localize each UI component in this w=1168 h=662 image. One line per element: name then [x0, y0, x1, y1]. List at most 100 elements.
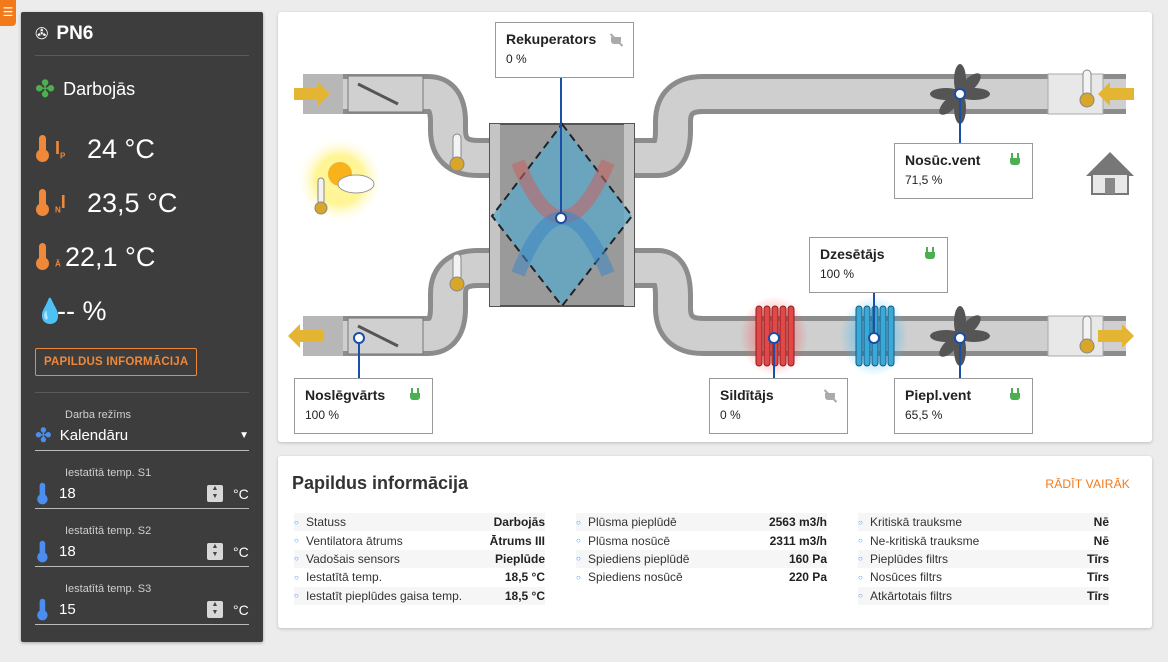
- humidity-row: 💧 -- %: [35, 284, 249, 338]
- setpoint-s2-field[interactable]: 18 ▲ ▼ °C: [35, 537, 249, 567]
- info-row: ○ Ne-kritiskā trauksme Nē: [858, 533, 1109, 548]
- device-name: PN6: [56, 22, 94, 44]
- status-row: ✤ Darbojās: [35, 56, 249, 122]
- thermometer-icon: [35, 189, 49, 217]
- info-row: ○ Statuss Darbojās: [294, 513, 545, 532]
- setpoint-stepper[interactable]: ▲ ▼: [207, 601, 223, 618]
- bullet-icon: ○: [294, 591, 299, 601]
- outdoor-temp-indicator: Ā: [55, 259, 61, 269]
- plug-on-icon: [408, 388, 422, 404]
- setpoint-s1-label: Iestatītā temp. S1: [65, 467, 152, 479]
- thermometer-icon: [35, 135, 49, 163]
- info-row: ○ Spiediens nosūcē 220 Pa: [576, 570, 827, 585]
- setpoint-stepper[interactable]: ▲ ▼: [207, 485, 223, 502]
- cooler-panel[interactable]: Dzesētājs 100 %: [809, 237, 948, 293]
- device-fan-icon: ✇: [35, 25, 49, 43]
- info-row: ○ Vadošais sensors Pieplūde: [294, 549, 545, 569]
- setpoint-unit: °C: [233, 543, 249, 560]
- heater-name: Sildītājs: [720, 387, 774, 403]
- damper-panel[interactable]: Noslēgvārts 100 %: [294, 378, 433, 434]
- bullet-icon: ○: [858, 591, 863, 601]
- info-column-2: ○ Plūsma pieplūdē 2563 m3/h ○ Plūsma nosūcē…: [576, 513, 827, 587]
- mode-select[interactable]: ✤ Kalendāru ▼: [35, 421, 249, 451]
- info-column-1: ○ Statuss Darbojās ○ Ventilatora ātrums Ātru…: [294, 513, 545, 605]
- damper-name: Noslēgvārts: [305, 387, 386, 403]
- setpoint-unit: °C: [233, 485, 249, 502]
- exhaust-temp-value: 23,5 °C: [87, 187, 178, 218]
- damper-value: 100 %: [305, 408, 340, 422]
- info-row: ○ Iestatīt pieplūdes gaisa temp. 18,5 °C: [294, 586, 545, 605]
- setpoint-s3-input[interactable]: 15: [59, 601, 197, 618]
- info-row: ○ Spiediens pieplūdē 160 Pa: [576, 549, 827, 569]
- exhaust-temp-indicator: NI: [55, 191, 66, 215]
- setpoint-s2-input[interactable]: 18: [59, 543, 197, 560]
- info-row: ○ Atkārtotais filtrs Tīrs: [858, 586, 1109, 605]
- info-row: ○ Pieplūdes filtrs Tīrs: [858, 549, 1109, 569]
- recuperator-value: 0 %: [506, 52, 527, 66]
- outdoor-temp-row: Ā 22,1 °C: [35, 230, 249, 284]
- menu-toggle-button[interactable]: ☰: [0, 0, 16, 26]
- device-header: ✇ PN6: [35, 12, 249, 56]
- exhaust-fan-value: 71,5 %: [905, 173, 943, 187]
- bullet-icon: ○: [294, 517, 299, 527]
- setpoint-s1-input[interactable]: 18: [59, 485, 197, 502]
- mode-fan-icon: ✤: [35, 425, 52, 447]
- info-row: ○ Kritiskā trauksme Nē: [858, 513, 1109, 532]
- mode-label: Darba režīms: [65, 409, 132, 421]
- supply-fan-value: 65,5 %: [905, 408, 943, 422]
- plug-on-icon: [1008, 388, 1022, 404]
- heater-panel[interactable]: Sildītājs 0 %: [709, 378, 848, 434]
- outdoor-temp-value: 22,1 °C: [65, 241, 156, 272]
- bullet-icon: ○: [576, 572, 581, 582]
- humidity-value: -- %: [57, 295, 107, 326]
- setpoint-s3-label: Iestatītā temp. S3: [65, 583, 152, 595]
- cooler-value: 100 %: [820, 267, 855, 281]
- setpoint-s3-field[interactable]: 15 ▲ ▼ °C: [35, 595, 249, 625]
- info-row: ○ Iestatītā temp. 18,5 °C: [294, 570, 545, 585]
- info-column-3: ○ Kritiskā trauksme Nē ○ Ne-kritiskā trauks…: [858, 513, 1109, 605]
- exhaust-fan-name: Nosūc.vent: [905, 152, 981, 168]
- supply-temp-row: IP 24 °C: [35, 122, 249, 176]
- humidity-drop-icon: 💧: [35, 297, 65, 325]
- exhaust-fan-panel[interactable]: Nosūc.vent 71,5 %: [894, 143, 1033, 199]
- setpoint-s1-field[interactable]: 18 ▲ ▼ °C: [35, 479, 249, 509]
- bullet-icon: ○: [294, 572, 299, 582]
- info-row: ○ Nosūces filtrs Tīrs: [858, 570, 1109, 585]
- show-more-link[interactable]: RĀDĪT VAIRĀK: [1045, 477, 1130, 491]
- fan-running-icon: ✤: [35, 75, 56, 103]
- plug-off-icon: [609, 32, 623, 48]
- thermometer-icon: [36, 482, 48, 504]
- setpoint-stepper[interactable]: ▲ ▼: [207, 543, 223, 560]
- bullet-icon: ○: [858, 572, 863, 582]
- thermometer-icon: [36, 540, 48, 562]
- thermometer-icon: [36, 598, 48, 620]
- bullet-icon: ○: [576, 554, 581, 564]
- thermometer-icon: [35, 243, 49, 271]
- supply-fan-panel[interactable]: Piepl.vent 65,5 %: [894, 378, 1033, 434]
- recuperator-name: Rekuperators: [506, 31, 597, 47]
- supply-temp-value: 24 °C: [87, 133, 155, 164]
- info-row: ○ Ventilatora ātrums Ātrums III: [294, 533, 545, 548]
- supply-temp-indicator: IP: [55, 137, 66, 161]
- info-row: ○ Plūsma nosūcē 2311 m3/h: [576, 533, 827, 548]
- recuperator-panel[interactable]: Rekuperators 0 %: [495, 22, 634, 78]
- setpoint-unit: °C: [233, 601, 249, 618]
- plug-on-icon: [1008, 153, 1022, 169]
- device-sidebar: ✇ PN6 ✤ Darbojās IP 24 °C NI 23,5 °C Ā 2…: [21, 12, 263, 642]
- status-text: Darbojās: [63, 78, 136, 99]
- bullet-icon: ○: [294, 536, 299, 546]
- bullet-icon: ○: [576, 517, 581, 527]
- plug-on-icon: [923, 247, 937, 263]
- ventilation-diagram: Rekuperators 0 % Nosūc.vent 71,5 % Dzesē…: [278, 12, 1152, 442]
- info-panel: Papildus informācija RĀDĪT VAIRĀK ○ Statu…: [278, 456, 1152, 628]
- bullet-icon: ○: [858, 536, 863, 546]
- more-info-button[interactable]: PAPILDUS INFORMĀCIJA: [35, 348, 198, 376]
- bullet-icon: ○: [858, 517, 863, 527]
- cooler-name: Dzesētājs: [820, 246, 885, 262]
- bullet-icon: ○: [294, 554, 299, 564]
- setpoint-s2-label: Iestatītā temp. S2: [65, 525, 152, 537]
- supply-fan-name: Piepl.vent: [905, 387, 972, 403]
- sidebar-divider: [35, 392, 249, 393]
- bullet-icon: ○: [858, 554, 863, 564]
- mode-value: Kalendāru: [59, 427, 129, 444]
